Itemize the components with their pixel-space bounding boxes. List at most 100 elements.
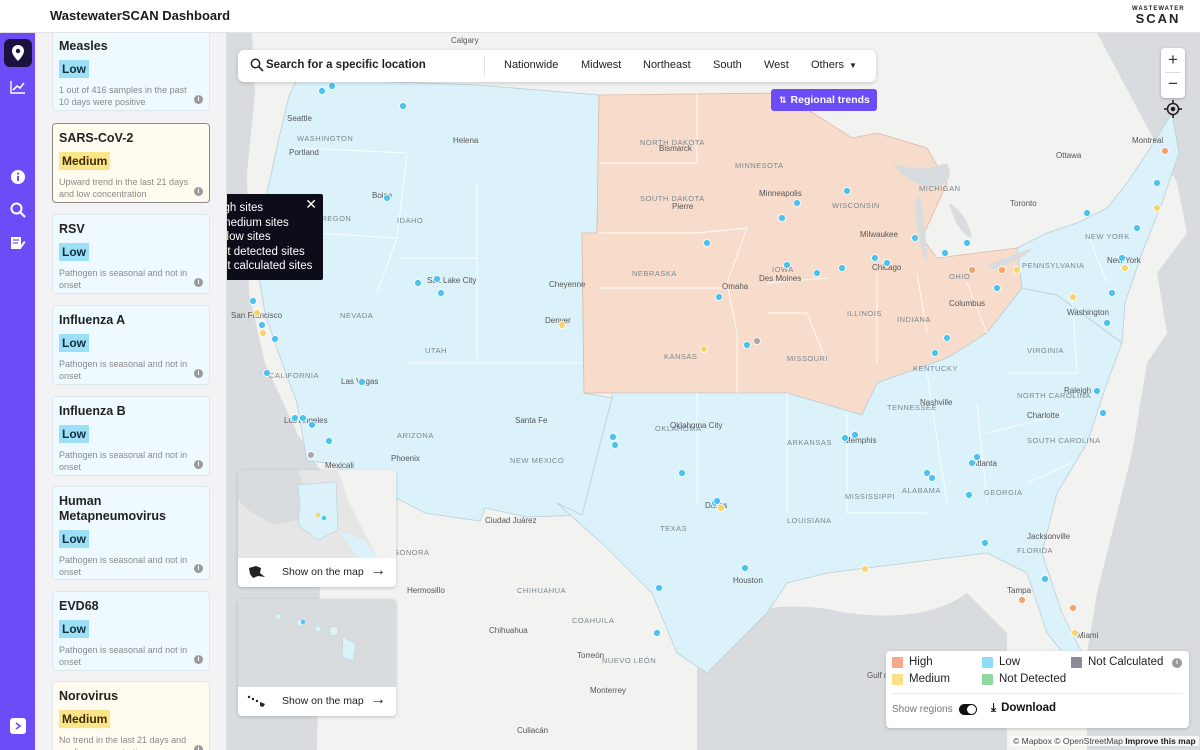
info-icon[interactable]: i <box>194 369 203 378</box>
site-marker-low[interactable] <box>843 187 851 195</box>
hawaii-inset-bar[interactable]: Show on the map → <box>238 688 396 716</box>
site-marker-low[interactable] <box>1103 319 1111 327</box>
site-marker-low[interactable] <box>291 414 299 422</box>
site-marker-low[interactable] <box>433 275 441 283</box>
site-marker-low[interactable] <box>968 459 976 467</box>
site-marker-not-calculated[interactable] <box>753 337 761 345</box>
site-marker-low[interactable] <box>941 249 949 257</box>
site-marker-low[interactable] <box>325 437 333 445</box>
show-regions-toggle[interactable] <box>959 704 977 715</box>
region-dropdown-others[interactable]: Others ▼ <box>811 59 857 71</box>
site-marker-medium[interactable] <box>253 309 261 317</box>
info-icon[interactable]: i <box>194 278 203 287</box>
site-marker-medium[interactable] <box>717 504 725 512</box>
site-marker-high[interactable] <box>968 266 976 274</box>
site-marker-low[interactable] <box>358 378 366 386</box>
site-marker-low[interactable] <box>838 264 846 272</box>
site-marker-low[interactable] <box>965 491 973 499</box>
region-tab-northeast[interactable]: Northeast <box>643 59 691 71</box>
site-marker-low[interactable] <box>743 341 751 349</box>
site-marker-low[interactable] <box>713 497 721 505</box>
pathogen-card-rsv[interactable]: RSV Low Pathogen is seasonal and not in … <box>52 214 210 294</box>
site-marker-low[interactable] <box>993 284 1001 292</box>
site-marker-medium[interactable] <box>1153 204 1161 212</box>
zoom-out-button[interactable]: − <box>1161 72 1185 96</box>
site-marker-low[interactable] <box>678 469 686 477</box>
region-tab-west[interactable]: West <box>764 59 789 71</box>
site-marker-low[interactable] <box>1153 179 1161 187</box>
arrow-right-icon[interactable]: → <box>370 691 386 709</box>
info-icon[interactable] <box>4 163 32 191</box>
site-marker-not-calculated[interactable] <box>307 451 315 459</box>
pathogen-card-sars-cov-2[interactable]: SARS-CoV-2 Medium Upward trend in the la… <box>52 123 210 203</box>
site-marker-high[interactable] <box>1161 147 1169 155</box>
site-marker-low[interactable] <box>783 261 791 269</box>
pathogen-card-influenza-b[interactable]: Influenza B Low Pathogen is seasonal and… <box>52 396 210 476</box>
site-marker-medium[interactable] <box>558 321 566 329</box>
site-marker-low[interactable] <box>715 293 723 301</box>
site-marker-low[interactable] <box>973 453 981 461</box>
alaska-inset-bar[interactable]: Show on the map → <box>238 559 396 587</box>
site-marker-low[interactable] <box>299 414 307 422</box>
site-marker-low[interactable] <box>943 334 951 342</box>
region-tab-south[interactable]: South <box>713 59 742 71</box>
site-marker-low[interactable] <box>931 349 939 357</box>
site-marker-low[interactable] <box>1133 224 1141 232</box>
site-marker-low[interactable] <box>1083 209 1091 217</box>
map-pin-icon[interactable] <box>4 39 32 67</box>
site-marker-medium[interactable] <box>1069 293 1077 301</box>
site-marker-low[interactable] <box>611 441 619 449</box>
info-icon[interactable]: i <box>1172 658 1182 668</box>
site-marker-low[interactable] <box>383 194 391 202</box>
site-marker-high[interactable] <box>1018 596 1026 604</box>
expand-icon[interactable] <box>10 718 26 734</box>
mapbox-link[interactable]: © Mapbox <box>1013 736 1052 746</box>
site-marker-low[interactable] <box>399 102 407 110</box>
search-zoom-icon[interactable] <box>4 196 32 224</box>
info-icon[interactable]: i <box>194 460 203 469</box>
site-marker-low[interactable] <box>1041 575 1049 583</box>
site-marker-low[interactable] <box>703 239 711 247</box>
site-marker-medium[interactable] <box>1013 266 1021 274</box>
site-marker-low[interactable] <box>981 539 989 547</box>
site-marker-low[interactable] <box>813 269 821 277</box>
site-marker-low[interactable] <box>911 234 919 242</box>
pathogen-card-evd68[interactable]: EVD68 Low Pathogen is seasonal and not i… <box>52 591 210 671</box>
site-marker-low[interactable] <box>1108 289 1116 297</box>
regional-trends-button[interactable]: ⇅ Regional trends <box>771 89 877 111</box>
info-icon[interactable]: i <box>194 95 203 104</box>
site-marker-low[interactable] <box>653 629 661 637</box>
region-tab-nationwide[interactable]: Nationwide <box>504 59 558 71</box>
arrow-right-icon[interactable]: → <box>370 562 386 580</box>
site-marker-low[interactable] <box>963 239 971 247</box>
site-marker-low[interactable] <box>655 584 663 592</box>
info-icon[interactable]: i <box>194 655 203 664</box>
site-marker-medium[interactable] <box>700 345 708 353</box>
site-marker-medium[interactable] <box>1121 264 1129 272</box>
site-marker-high[interactable] <box>998 266 1006 274</box>
site-marker-low[interactable] <box>778 214 786 222</box>
site-marker-low[interactable] <box>263 369 271 377</box>
locate-me-icon[interactable] <box>1161 97 1185 121</box>
improve-map-link[interactable]: Improve this map <box>1125 736 1195 746</box>
site-marker-low[interactable] <box>1099 409 1107 417</box>
site-marker-medium[interactable] <box>861 565 869 573</box>
pathogen-card-hmpv[interactable]: Human Metapneumovirus Low Pathogen is se… <box>52 486 210 580</box>
download-button[interactable]: ⤓ Download <box>991 702 1056 715</box>
pathogen-card-norovirus[interactable]: Norovirus Medium No trend in the last 21… <box>52 681 210 750</box>
site-marker-medium[interactable] <box>259 329 267 337</box>
site-marker-low[interactable] <box>928 474 936 482</box>
site-marker-low[interactable] <box>793 199 801 207</box>
zoom-in-button[interactable]: + <box>1161 48 1185 72</box>
site-marker-low[interactable] <box>851 431 859 439</box>
search-input[interactable]: Search for a specific location <box>266 59 426 71</box>
pathogen-card-measles[interactable]: Measles Low 1 out of 416 samples in the … <box>52 33 210 111</box>
edit-note-icon[interactable] <box>4 229 32 257</box>
site-marker-low[interactable] <box>414 279 422 287</box>
alaska-inset[interactable]: Show on the map → <box>238 470 396 587</box>
site-marker-high[interactable] <box>1069 604 1077 612</box>
site-marker-low[interactable] <box>1118 254 1126 262</box>
site-marker-low[interactable] <box>841 434 849 442</box>
site-marker-low[interactable] <box>437 289 445 297</box>
map-canvas[interactable]: WASHINGTON OREGON IDAHO NEVADA UTAH CALI… <box>227 33 1200 750</box>
